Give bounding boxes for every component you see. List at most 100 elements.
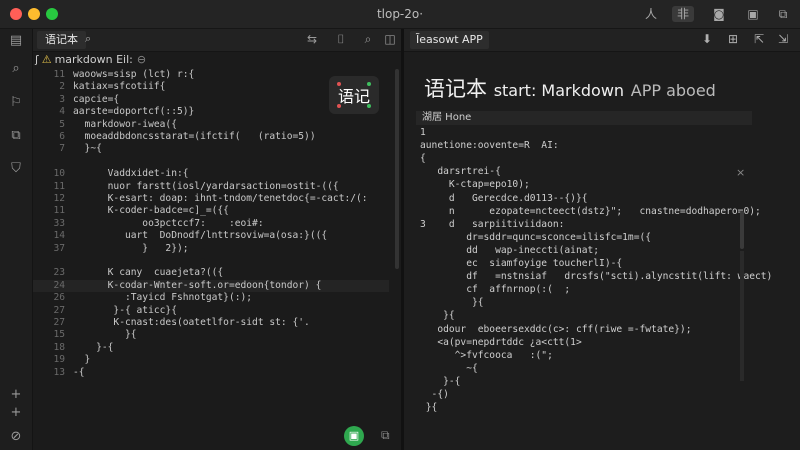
page-icon[interactable]: ⌷ — [332, 32, 350, 47]
code-text: }-{ — [73, 341, 114, 353]
code-text: }-{ aticc}{ — [73, 304, 177, 316]
search-icon[interactable]: ⌕ — [6, 59, 26, 79]
code-line[interactable]: 19 } — [33, 354, 389, 366]
preview-code-line: }{ — [420, 310, 455, 322]
code-line[interactable]: 15 }{ — [33, 329, 389, 341]
preview-code-line: cf affnrnop(:( ; — [420, 284, 571, 296]
grid-icon[interactable]: ⊞ — [724, 32, 742, 46]
code-text: nuor farstt(iosl/yardarsaction=ostit-(({ — [73, 180, 339, 192]
editor-search-icon[interactable]: ⌕ — [85, 32, 91, 46]
code-line[interactable]: 23 K cany cuaejeta?(({ — [33, 267, 389, 279]
code-text: uart DoDnodf/lnttrsoviw=a(osa:}(({ — [73, 230, 328, 242]
code-text: }~{ — [73, 143, 102, 155]
code-line[interactable]: 14 uart DoDnodf/lnttrsoviw=a(osa:}(({ — [33, 230, 389, 242]
code-line[interactable]: 18 }-{ — [33, 342, 389, 354]
code-text: } 2}); — [73, 242, 189, 254]
preview-code-line: n ezopate=ncteect(dstz}"; cnastne=dodhap… — [420, 205, 761, 217]
title-bar: tlop-2o· 人 非 ◙ ▣ ⧉ — [0, 0, 800, 29]
code-line[interactable]: 13 -{ — [33, 367, 389, 379]
notes-icon[interactable]: ▤ — [6, 31, 26, 51]
editor-scrollbar[interactable] — [395, 69, 399, 269]
code-text: oo3pctccf7: :eoi#: — [73, 217, 264, 229]
expand-icon[interactable]: ⇱ — [750, 32, 768, 46]
copy-icon[interactable]: ⧉ — [6, 126, 26, 146]
code-line[interactable]: 5 markdowor-iwea({ — [33, 119, 389, 131]
chat-button[interactable]: ▣ — [344, 426, 364, 446]
code-text: capcie={ — [73, 93, 120, 105]
preview-tab[interactable]: Ĩeasowt APP — [410, 31, 489, 49]
line-number: 15 — [53, 329, 65, 341]
find-icon[interactable]: ⌕ — [359, 32, 377, 47]
line-number: 3 — [59, 93, 65, 105]
code-line[interactable]: 6 moeaddbdoncsstarat=(ifctif( (ratio=5)) — [33, 131, 389, 143]
line-number: 13 — [53, 366, 65, 378]
code-line[interactable]: 27 }-{ aticc}{ — [33, 305, 389, 317]
code-text: K-cnast:des(oatetlfor-sidt st: {'. — [73, 317, 310, 328]
green-dot-icon — [367, 82, 371, 86]
line-number: 37 — [53, 242, 65, 254]
code-text: Vaddxidet-in:{ — [73, 168, 189, 180]
download-icon[interactable]: ⬇ — [698, 32, 716, 46]
collapse-icon[interactable]: ⇲ — [774, 32, 792, 46]
line-number: 4 — [59, 106, 65, 118]
app-logo-badge: 语记 — [329, 76, 379, 114]
copy-bottom-icon[interactable]: ⧉ — [381, 428, 390, 443]
code-text: }{ — [73, 329, 137, 341]
breadcrumb-file[interactable]: markdown Eil: — [55, 53, 133, 66]
person-icon[interactable]: 人 — [640, 6, 662, 22]
line-number: 33 — [53, 217, 65, 229]
code-line[interactable]: 37 } 2}); — [33, 243, 389, 255]
code-line[interactable]: 11 K-coder-badce=c]_=({{ — [33, 205, 389, 217]
line-number: 23 — [53, 267, 65, 279]
preview-code-line: dr=sddr=qunc=sconce=ilisfc=1m=({ — [420, 231, 652, 243]
line-number: 19 — [53, 354, 65, 366]
red-dot-icon — [337, 104, 341, 108]
line-number: 14 — [53, 230, 65, 242]
preview-code-line: 1 — [420, 127, 426, 138]
breadcrumb: ʃ ⚠ markdown Eil: ⊖ — [35, 53, 146, 67]
code-line[interactable]: 12 K-esart: doap: ihnt-tndom/tenetdoc{=-… — [33, 193, 389, 205]
preview-code-line: K-ctap=epo10); — [420, 179, 530, 191]
save-icon[interactable]: ◙ — [708, 6, 730, 22]
preview-code-line: darsrtrei-{ — [420, 166, 501, 178]
preview-code-line: 3 d sarpiitiviidaon: — [420, 218, 565, 230]
line-number: 27 — [53, 317, 65, 328]
preview-code-line: df =nstnsiaf drcsfs("scti).alyncstit(lif… — [420, 271, 773, 283]
code-line[interactable]: 7 }~{ — [33, 143, 389, 155]
preview-code-line: <a(pv=nepdrtddc ¿a<ctt(1> — [420, 336, 582, 348]
line-number: 5 — [59, 118, 65, 130]
code-text: K-esart: doap: ihnt-tndom/tenetdoc{=-cac… — [73, 193, 368, 204]
code-line[interactable]: 27 K-cnast:des(oatetlfor-sidt st: {'. — [33, 317, 389, 329]
share-icon[interactable]: ⧉ — [772, 6, 794, 22]
heading-faint: APP aboed — [630, 81, 716, 100]
shield-icon[interactable]: ⛉ — [6, 159, 26, 179]
code-text: K-coder-badce=c]_=({{ — [73, 205, 229, 217]
code-block-close-icon[interactable]: × — [736, 166, 745, 179]
add-secondary-icon[interactable]: + — [6, 403, 26, 423]
preview-scroll-track[interactable] — [740, 251, 744, 381]
code-line[interactable]: 24 K-codar-Wnter-soft.or=edoon{tondor) { — [33, 279, 389, 292]
swap-icon[interactable]: ⇆ — [303, 32, 321, 46]
editor-tab[interactable]: 语记本 — [37, 31, 86, 49]
code-line[interactable]: 33 oo3pctccf7: :eoi#: — [33, 218, 389, 230]
add-icon[interactable]: + — [6, 385, 26, 405]
window-icon[interactable]: ▣ — [742, 6, 764, 22]
line-number: 26 — [53, 292, 65, 304]
code-line[interactable]: 11 nuor farstt(iosl/yardarsaction=ostit-… — [33, 181, 389, 193]
preview-scrollbar[interactable] — [740, 211, 744, 249]
warning-icon: ⚠ — [41, 53, 52, 66]
code-line[interactable]: 10 Vaddxidet-in:{ — [33, 168, 389, 180]
code-text: } — [73, 354, 91, 366]
preview-code-line: ~{ — [420, 362, 478, 374]
heading-cn: 语记本 — [424, 77, 487, 101]
puzzle-icon[interactable]: ⚐ — [6, 93, 26, 113]
lines-icon[interactable]: 非 — [672, 6, 694, 22]
preview-code-line: ^>fvfcooca :("; — [420, 349, 553, 361]
line-number: 2 — [59, 81, 65, 93]
code-text: K-codar-Wnter-soft.or=edoon{tondor) { — [73, 279, 322, 291]
close-file-icon[interactable]: ⊖ — [137, 53, 146, 66]
split-icon[interactable]: ◫ — [381, 32, 399, 46]
code-line[interactable]: 26 :Tayicd Fshnotgat}(:); — [33, 292, 389, 304]
settings-icon[interactable]: ⊘ — [6, 427, 26, 447]
line-number: 10 — [53, 168, 65, 180]
